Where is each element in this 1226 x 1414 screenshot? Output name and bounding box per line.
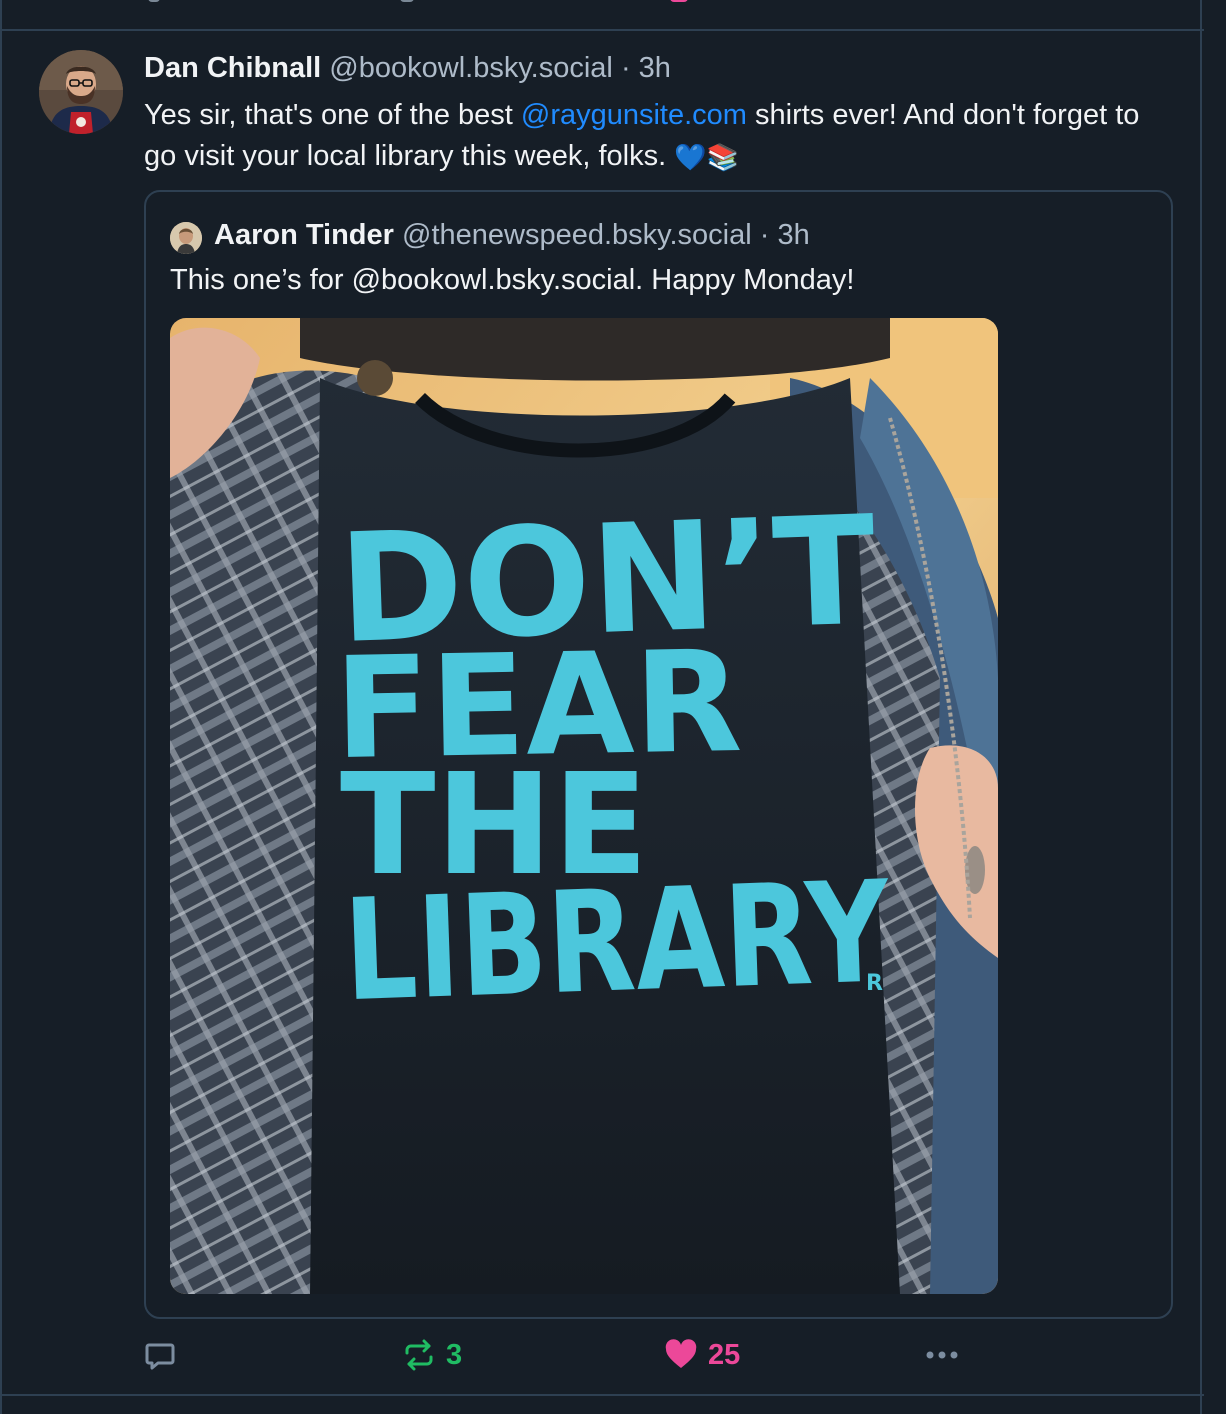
like-button[interactable]: 25 [664, 1330, 740, 1380]
quoted-post-card[interactable]: Aaron Tinder @thenewspeed.bsky.social · … [144, 190, 1173, 1319]
post-timestamp[interactable]: 3h [639, 52, 671, 84]
emoji-heart-books: 💙📚 [674, 141, 739, 172]
quoted-author-handle[interactable]: @thenewspeed.bsky.social [402, 219, 752, 251]
repost-button[interactable]: 3 [402, 1330, 462, 1380]
post-actions: 3 25 [144, 1330, 974, 1380]
author-name[interactable]: Dan Chibnall [144, 52, 321, 84]
ellipsis-icon [926, 1351, 958, 1359]
quoted-post-timestamp[interactable]: 3h [778, 219, 810, 251]
dont-fear-the-library-shirt-photo: DON’T FEAR THE LIBRARY R [170, 318, 998, 1294]
quoted-author-avatar[interactable] [170, 222, 202, 254]
quoted-author-name[interactable]: Aaron Tinder [214, 219, 394, 251]
quoted-avatar-image [170, 222, 202, 254]
like-count: 25 [708, 1338, 741, 1371]
repost-arrows-icon [405, 1339, 433, 1371]
previous-post-repost-icon[interactable] [400, 0, 414, 2]
post-text: Yes sir, that's one of the best @rayguns… [144, 95, 1154, 178]
quoted-header-separator: · [759, 219, 770, 251]
speech-bubble-icon [145, 1343, 175, 1370]
author-avatar-image [39, 50, 123, 134]
more-options-button[interactable] [924, 1330, 960, 1380]
quoted-post-text: This one’s for @bookowl.bsky.social. Hap… [170, 264, 855, 296]
shirt-line-4: LIBRARY [341, 851, 893, 1033]
reply-button[interactable] [144, 1330, 176, 1380]
post-divider-bottom [2, 1394, 1204, 1396]
post-text-start: Yes sir, that's one of the best [144, 99, 521, 131]
previous-post-like-icon[interactable] [670, 0, 688, 2]
repost-count: 3 [446, 1338, 463, 1371]
author-avatar[interactable] [39, 50, 123, 134]
quoted-post-image[interactable]: DON’T FEAR THE LIBRARY R [170, 318, 998, 1294]
quoted-post-header: Aaron Tinder @thenewspeed.bsky.social · … [214, 219, 810, 252]
heart-icon [665, 1339, 697, 1368]
header-separator: · [620, 52, 631, 84]
shirt-trademark: R [866, 971, 883, 996]
author-handle[interactable]: @bookowl.bsky.social [329, 52, 613, 84]
mention-link[interactable]: @raygunsite.com [521, 99, 747, 131]
feed-column: Dan Chibnall @bookowl.bsky.social · 3h Y… [0, 0, 1204, 1414]
post-divider-top [2, 29, 1204, 31]
previous-post-reply-icon[interactable] [148, 0, 160, 2]
post-header: Dan Chibnall @bookowl.bsky.social · 3h [144, 52, 671, 85]
